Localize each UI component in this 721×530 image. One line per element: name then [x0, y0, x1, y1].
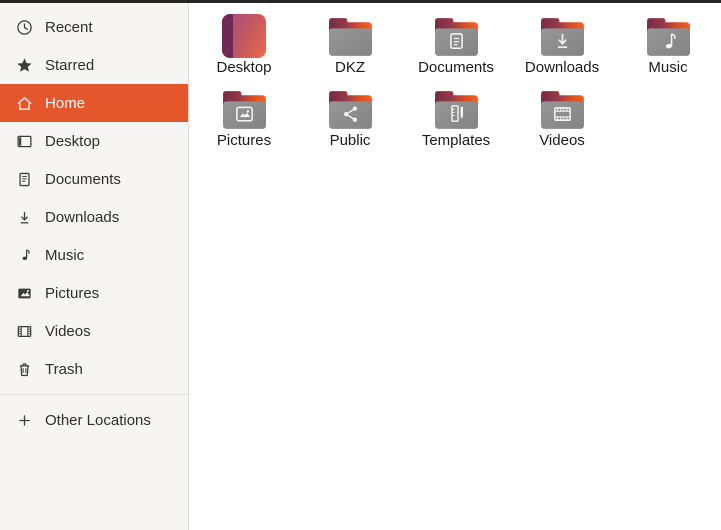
picture-icon — [16, 285, 33, 302]
sidebar-item-label: Music — [45, 246, 85, 264]
trash-icon — [16, 361, 33, 378]
sidebar-item-label: Recent — [45, 18, 93, 36]
desktop-panel-icon — [16, 133, 33, 150]
folder-document-icon — [432, 13, 481, 58]
file-label: Music — [648, 59, 688, 76]
sidebar-item-home[interactable]: Home — [0, 84, 188, 122]
folder-template-icon — [432, 86, 481, 131]
sidebar-item-label: Other Locations — [45, 411, 151, 429]
sidebar-item-label: Downloads — [45, 208, 120, 226]
home-icon — [16, 95, 33, 112]
file-manager-window: Recent Starred Home Desktop Documents Do… — [0, 3, 721, 530]
sidebar-item-other-locations[interactable]: Other Locations — [0, 401, 188, 439]
sidebar-item-label: Documents — [45, 170, 121, 188]
file-label: Public — [329, 132, 371, 149]
plus-icon — [16, 412, 33, 429]
sidebar-list: Recent Starred Home Desktop Documents Do… — [0, 8, 188, 388]
folder-share-icon — [326, 86, 375, 131]
file-item-downloads[interactable]: Downloads — [509, 13, 615, 86]
file-label: Documents — [418, 59, 494, 76]
places-sidebar: Recent Starred Home Desktop Documents Do… — [0, 3, 189, 530]
sidebar-item-desktop[interactable]: Desktop — [0, 122, 188, 160]
star-icon — [16, 57, 33, 74]
folder-music-icon — [644, 13, 693, 58]
file-item-pictures[interactable]: Pictures — [191, 86, 297, 159]
sidebar-item-label: Pictures — [45, 284, 100, 302]
file-label: Desktop — [216, 59, 272, 76]
file-item-music[interactable]: Music — [615, 13, 721, 86]
file-label: Pictures — [216, 132, 272, 149]
file-label: Videos — [539, 132, 585, 149]
sidebar-item-recent[interactable]: Recent — [0, 8, 188, 46]
file-item-templates[interactable]: Templates — [403, 86, 509, 159]
folder-video-icon — [538, 86, 587, 131]
sidebar-item-music[interactable]: Music — [0, 236, 188, 274]
folder-plain-icon — [326, 13, 375, 58]
file-label: Downloads — [524, 59, 600, 76]
sidebar-item-documents[interactable]: Documents — [0, 160, 188, 198]
clock-icon — [16, 19, 33, 36]
sidebar-item-label: Trash — [45, 360, 83, 378]
sidebar-item-videos[interactable]: Videos — [0, 312, 188, 350]
file-item-public[interactable]: Public — [297, 86, 403, 159]
file-label: DKZ — [335, 59, 365, 76]
sidebar-item-starred[interactable]: Starred — [0, 46, 188, 84]
file-grid: Desktop DKZ Documents Downloads Music Pi… — [189, 3, 721, 530]
desktop-wallpaper-icon — [222, 13, 266, 58]
file-item-dkz[interactable]: DKZ — [297, 13, 403, 86]
sidebar-item-label: Starred — [45, 56, 95, 74]
document-icon — [16, 171, 33, 188]
file-item-videos[interactable]: Videos — [509, 86, 615, 159]
sidebar-item-pictures[interactable]: Pictures — [0, 274, 188, 312]
sidebar-item-label: Desktop — [45, 132, 101, 150]
sidebar-item-trash[interactable]: Trash — [0, 350, 188, 388]
folder-download-icon — [538, 13, 587, 58]
sidebar-separator — [0, 394, 188, 395]
file-label: Templates — [421, 132, 491, 149]
sidebar-item-label: Home — [45, 94, 86, 112]
film-strip-icon — [16, 323, 33, 340]
file-item-documents[interactable]: Documents — [403, 13, 509, 86]
folder-picture-icon — [220, 86, 269, 131]
sidebar-item-downloads[interactable]: Downloads — [0, 198, 188, 236]
desktop-icon-strip — [222, 14, 233, 58]
file-item-desktop[interactable]: Desktop — [191, 13, 297, 86]
download-arrow-icon — [16, 209, 33, 226]
music-note-icon — [16, 247, 33, 264]
sidebar-item-label: Videos — [45, 322, 91, 340]
